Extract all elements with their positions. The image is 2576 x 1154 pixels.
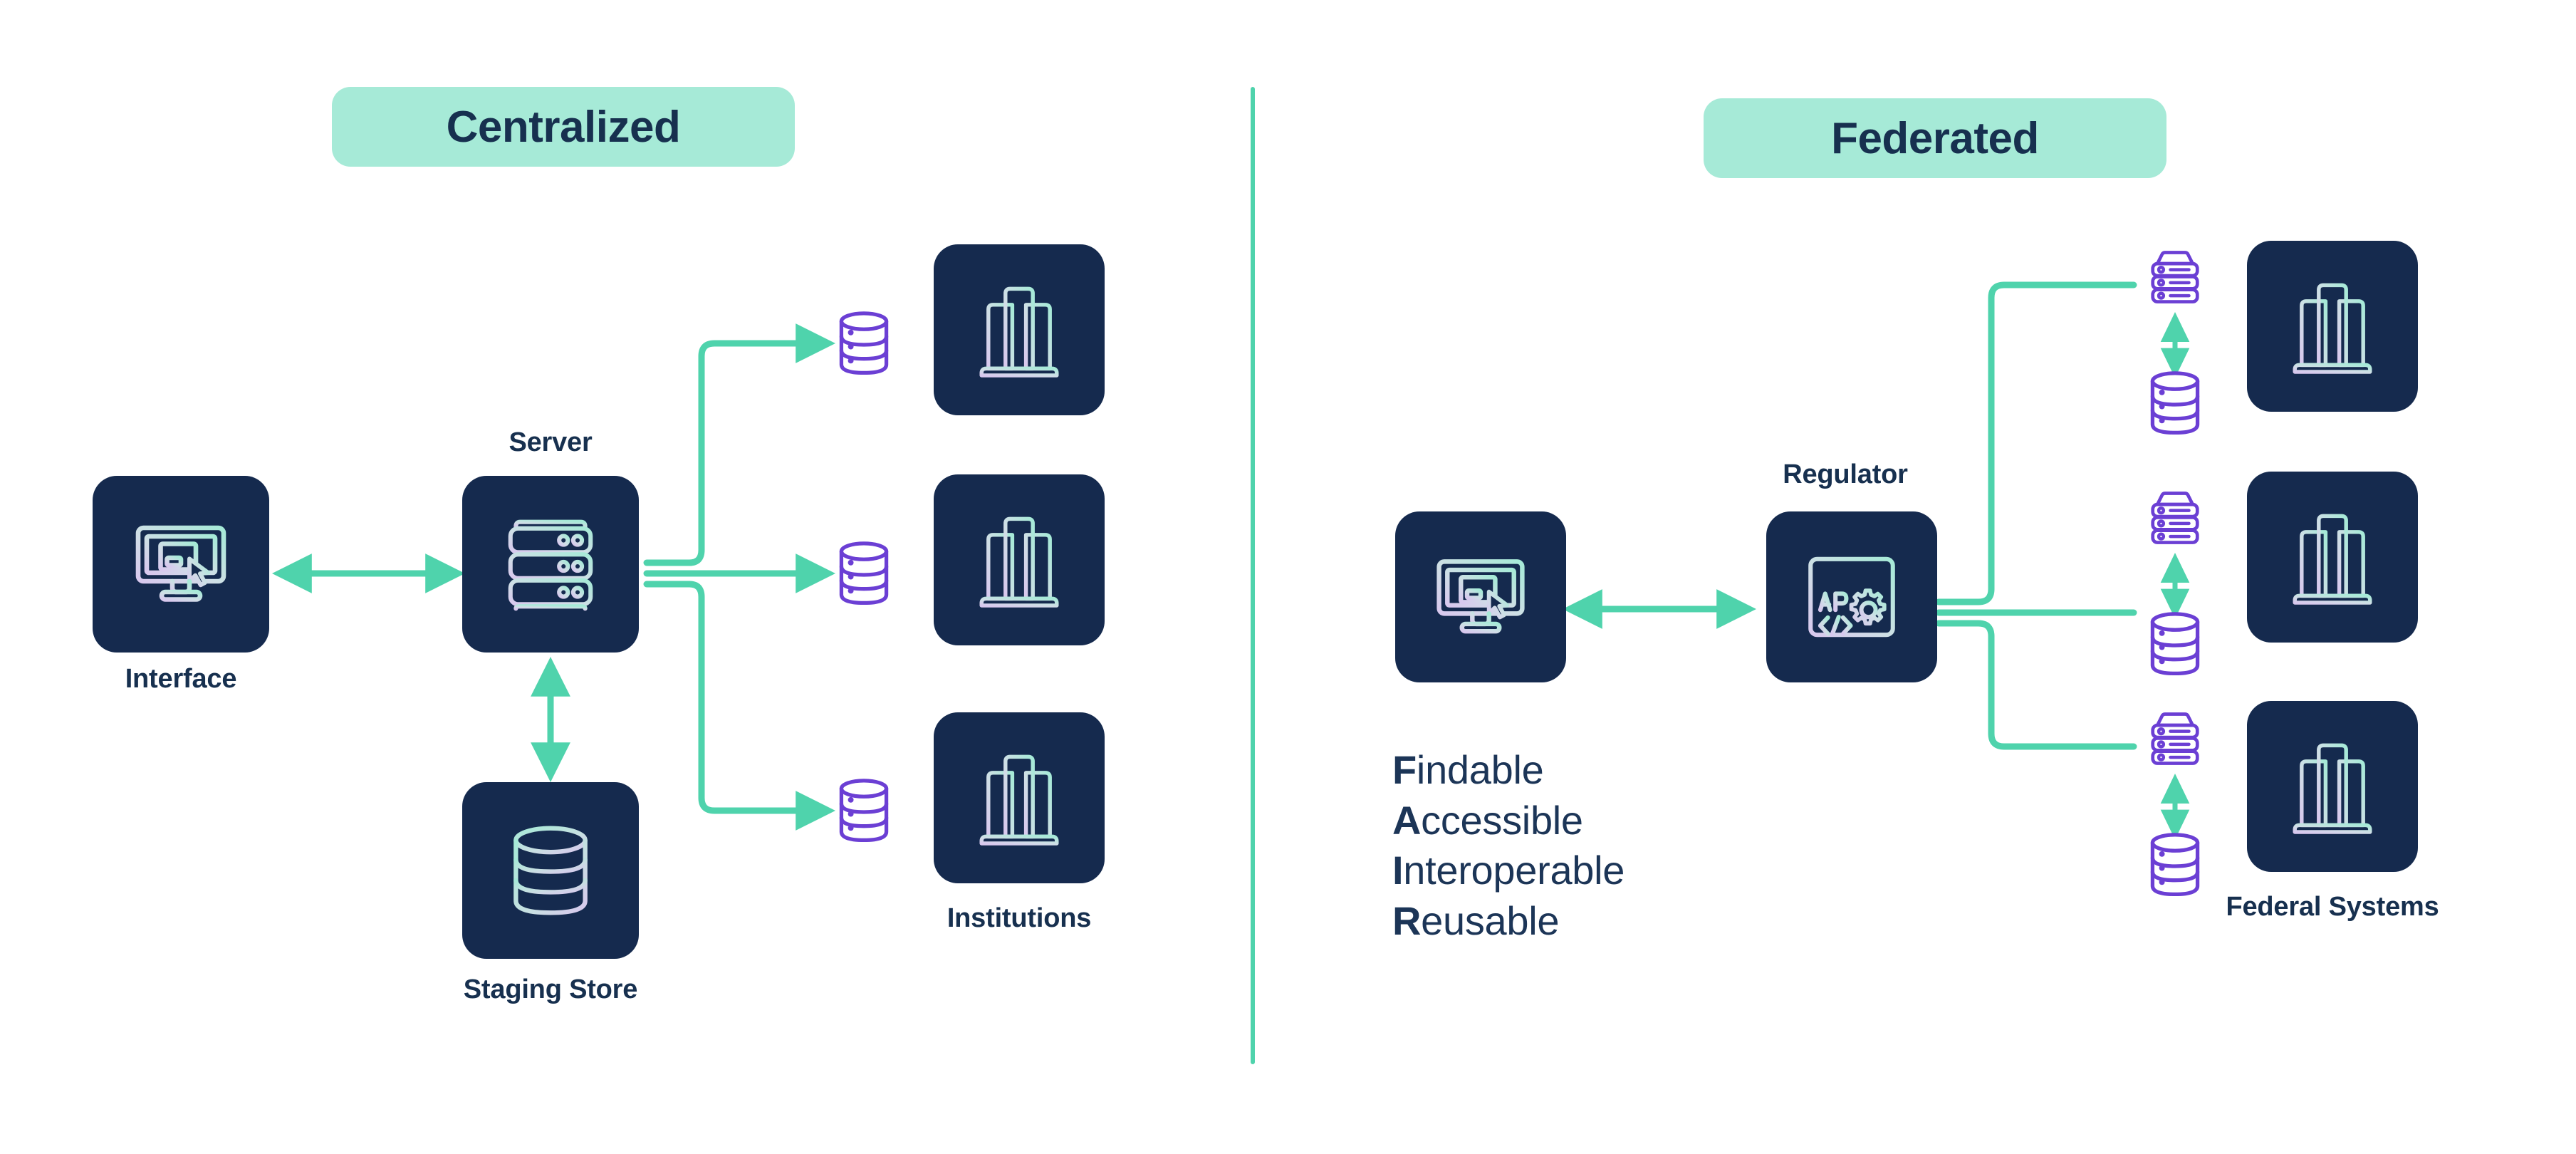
fair-rest-accessible: ccessible — [1421, 797, 1583, 843]
node-server[interactable] — [462, 476, 639, 653]
connector-regulator-node-top — [1935, 281, 2137, 605]
node-label-institutions: Institutions — [947, 903, 1092, 933]
buildings-icon — [2293, 514, 2372, 605]
node-regulator[interactable] — [1766, 511, 1937, 682]
server-rack-small-icon — [2151, 251, 2199, 303]
fair-initial-a: A — [1392, 797, 1422, 843]
buildings-icon — [979, 754, 1059, 846]
monitor-cursor-icon — [1436, 559, 1525, 634]
panel-divider — [1251, 87, 1255, 1064]
database-bottom[interactable] — [835, 774, 893, 845]
federated-server-middle[interactable] — [2144, 489, 2206, 550]
federated-database-middle[interactable] — [2146, 607, 2204, 678]
node-interface-federated[interactable] — [1395, 511, 1566, 682]
database-cylinder-small-icon — [2150, 371, 2200, 435]
panel-title-federated: Federated — [1704, 98, 2166, 178]
node-label-staging-store: Staging Store — [463, 974, 638, 1004]
database-middle[interactable] — [835, 536, 893, 608]
node-interface-centralized[interactable] — [93, 476, 269, 653]
connector-regulator-node-bottom — [1935, 620, 2137, 750]
monitor-cursor-icon — [135, 525, 226, 602]
node-staging-store[interactable] — [462, 782, 639, 959]
database-top[interactable] — [835, 306, 893, 378]
fair-rest-reusable: eusable — [1421, 898, 1560, 943]
fair-line-accessible: Accessible — [1392, 796, 1625, 846]
federated-database-bottom[interactable] — [2146, 828, 2204, 899]
connector-server-database-bottom — [643, 581, 836, 831]
fair-rest-interoperable: nteroperable — [1403, 848, 1625, 893]
fair-line-findable: Findable — [1392, 745, 1625, 796]
buildings-icon — [2293, 283, 2372, 374]
federated-server-top[interactable] — [2144, 248, 2206, 309]
centralized-connectors — [272, 323, 836, 831]
fair-initial-i: I — [1392, 848, 1404, 893]
panel-title-federated-text: Federated — [1831, 113, 2039, 163]
node-label-federal-systems: Federal Systems — [2226, 892, 2439, 922]
connector-server-database-top — [643, 323, 836, 566]
database-cylinder-icon — [513, 826, 588, 915]
fair-initial-f: F — [1392, 747, 1417, 792]
federated-connectors — [1563, 281, 2190, 840]
node-federal-system-middle[interactable] — [2247, 472, 2418, 643]
database-cylinder-small-icon — [839, 541, 889, 605]
fair-principles-block: Findable Accessible Interoperable Reusab… — [1392, 745, 1625, 946]
node-label-regulator: Regulator — [1783, 459, 1908, 489]
panel-title-centralized-text: Centralized — [446, 102, 681, 152]
fair-rest-findable: indable — [1416, 747, 1544, 792]
database-cylinder-small-icon — [839, 311, 889, 375]
node-federal-system-bottom[interactable] — [2247, 701, 2418, 872]
server-rack-small-icon — [2151, 712, 2199, 765]
node-federal-system-top[interactable] — [2247, 241, 2418, 412]
panel-title-centralized: Centralized — [332, 87, 795, 167]
fair-initial-r: R — [1392, 898, 1422, 943]
fair-line-reusable: Reusable — [1392, 896, 1625, 947]
federated-database-top[interactable] — [2146, 366, 2204, 437]
buildings-icon — [979, 286, 1059, 378]
database-cylinder-small-icon — [2150, 833, 2200, 897]
api-gear-window-icon — [1808, 556, 1895, 638]
buildings-icon — [979, 516, 1059, 608]
node-label-interface: Interface — [125, 664, 237, 694]
node-institution-top[interactable] — [934, 244, 1105, 415]
svg-defs — [0, 0, 2576, 1154]
fair-line-interoperable: Interoperable — [1392, 846, 1625, 896]
buildings-icon — [2293, 743, 2372, 834]
diagram-canvas: Centralized Federated Interface Server S… — [0, 0, 2576, 1154]
federated-server-bottom[interactable] — [2144, 709, 2206, 771]
database-cylinder-small-icon — [2150, 612, 2200, 676]
database-cylinder-small-icon — [839, 779, 889, 843]
node-label-server: Server — [509, 427, 593, 457]
server-rack-small-icon — [2151, 492, 2199, 544]
node-institution-middle[interactable] — [934, 474, 1105, 645]
node-institution-bottom[interactable] — [934, 712, 1105, 883]
server-rack-icon — [508, 519, 593, 611]
